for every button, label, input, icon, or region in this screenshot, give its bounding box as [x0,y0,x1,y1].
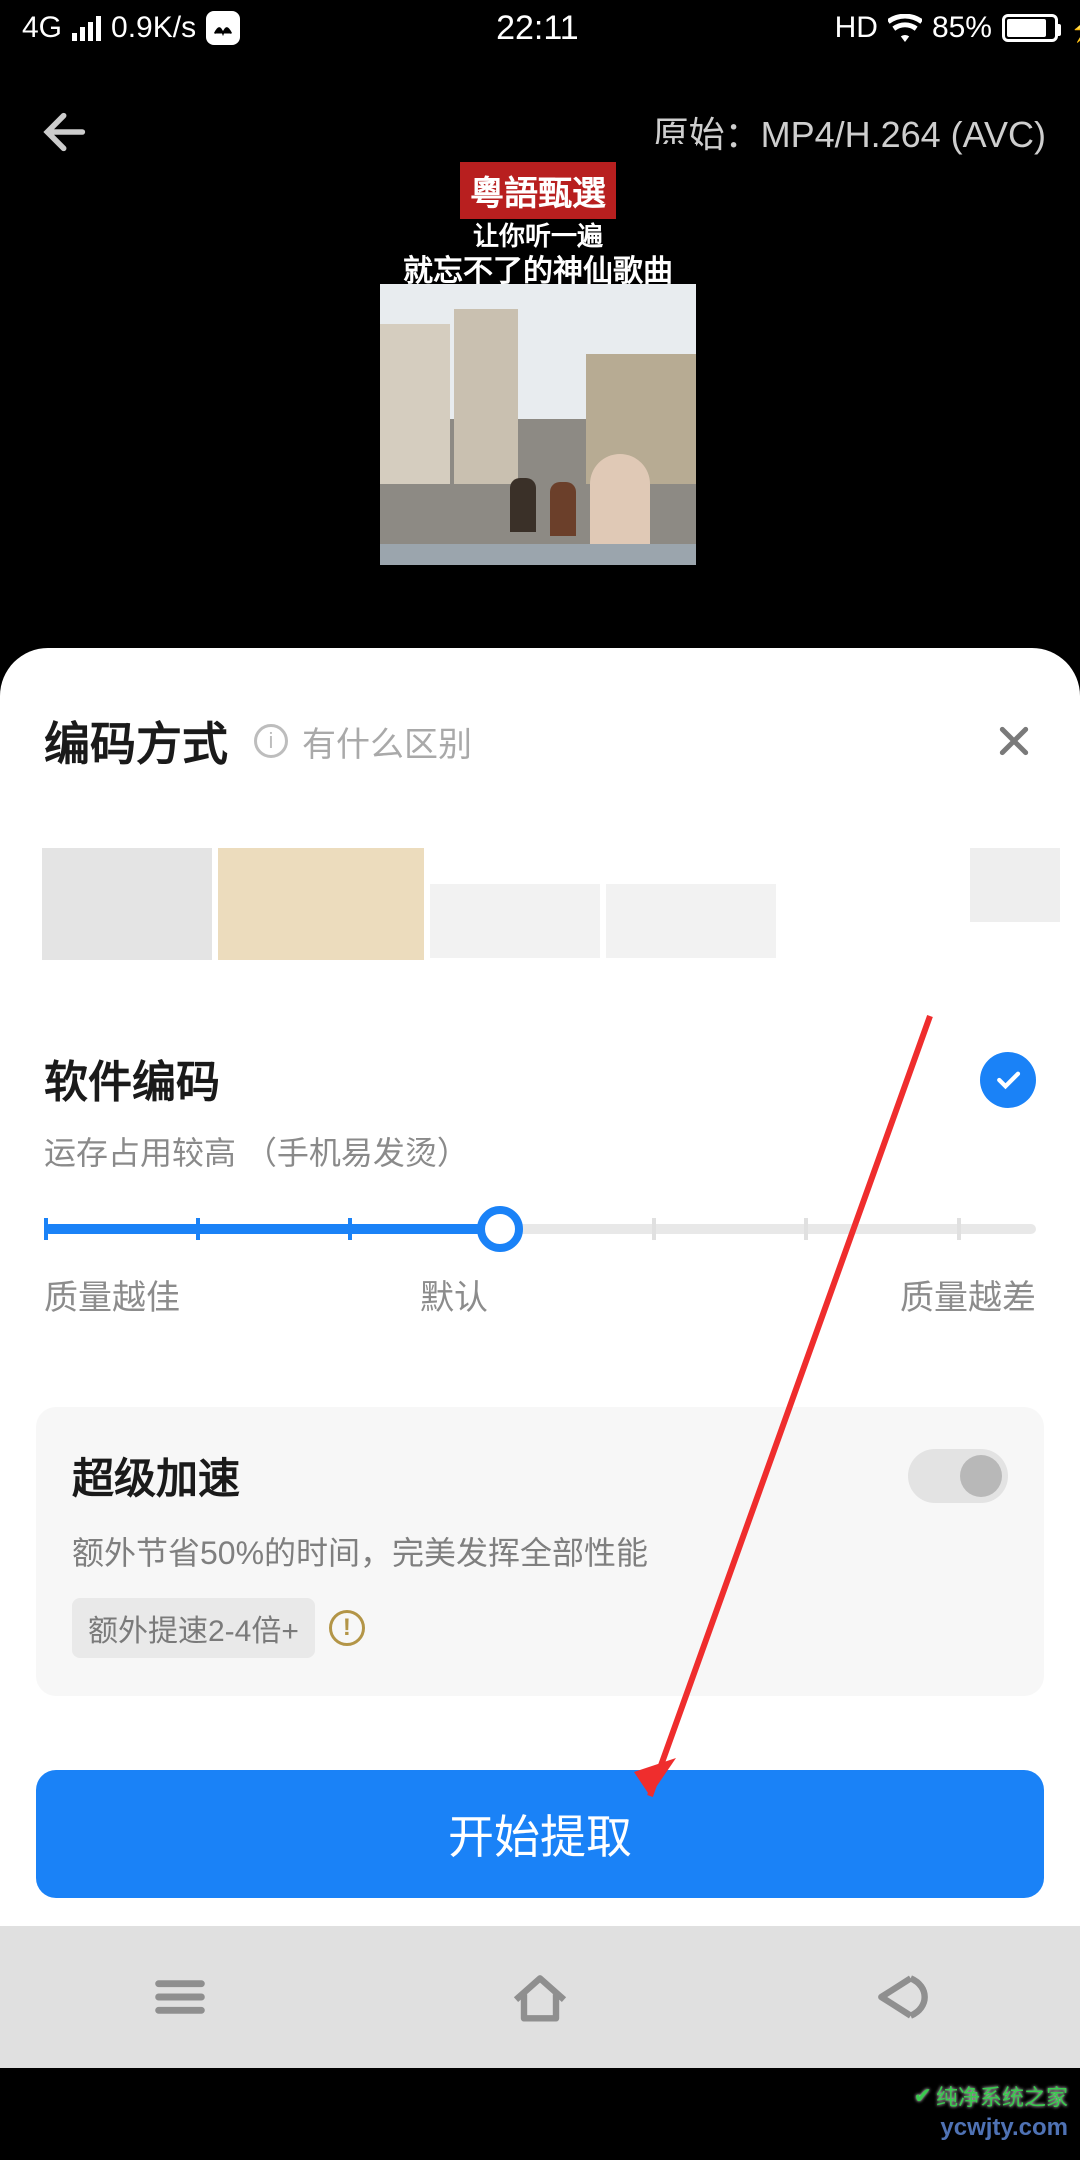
nav-back-icon[interactable] [868,1965,932,2029]
watermark-1: ✔纯净系统之家 [914,2080,1068,2112]
software-encoding-title: 软件编码 [44,1046,469,1110]
charging-icon: ⚡ [1070,13,1080,44]
video-thumbnail[interactable]: 粵語甄選 让你听一遍 就忘不了的神仙歌曲 [380,144,696,684]
accel-desc: 额外节省50%的时间，完美发挥全部性能 [72,1528,1008,1574]
slider-thumb[interactable] [477,1206,523,1252]
slider-label-best: 质量越佳 [44,1270,180,1319]
accel-toggle[interactable] [908,1449,1008,1503]
super-accel-card: 超级加速 额外节省50%的时间，完美发挥全部性能 额外提速2-4倍+ ! [36,1407,1044,1696]
accel-title: 超级加速 [72,1445,240,1506]
wifi-icon [888,14,922,42]
back-button[interactable] [38,104,94,165]
start-extract-button[interactable]: 开始提取 [36,1770,1044,1898]
software-encoding-desc: 运存占用较高 （手机易发烫） [44,1128,469,1174]
video-preview-area: 原始：MP4/H.264 (AVC) 粵語甄選 让你听一遍 就忘不了的神仙歌曲 [0,56,1080,684]
battery-percent: 85% [932,11,992,45]
selected-check-icon[interactable] [980,1052,1036,1108]
slider-label-default: 默认 [420,1270,488,1319]
format-label: 原始：MP4/H.264 (AVC) [653,106,1046,158]
watermark-2: ycwjty.com [940,2114,1068,2142]
slider-label-worst: 质量越差 [900,1270,1036,1319]
network-type: 4G [22,11,62,45]
thumb-badge: 粵語甄選 [460,162,616,219]
nav-recent-icon[interactable] [148,1965,212,2029]
nav-home-icon[interactable] [508,1965,572,2029]
net-speed: 0.9K/s [111,11,196,45]
hd-indicator: HD [835,11,878,45]
warning-icon[interactable]: ! [329,1610,365,1646]
sheet-title: 编码方式 [44,708,228,774]
quality-slider[interactable] [44,1224,1036,1234]
app-indicator-icon [206,11,240,45]
system-nav-bar [0,1926,1080,2068]
close-button[interactable] [992,719,1036,763]
encoding-sheet: 编码方式 i 有什么区别 软件编码 运存占用较高 （手机易发烫） [0,648,1080,1926]
signal-icon [72,16,101,41]
codec-options-strip[interactable] [0,806,1080,990]
info-icon[interactable]: i [254,724,288,758]
battery-icon [1002,14,1058,42]
status-bar: 4G 0.9K/s 22:11 HD 85% ⚡ [0,0,1080,56]
accel-badge: 额外提速2-4倍+ [72,1598,315,1658]
clock: 22:11 [496,9,579,48]
sheet-subtitle[interactable]: 有什么区别 [302,717,472,766]
